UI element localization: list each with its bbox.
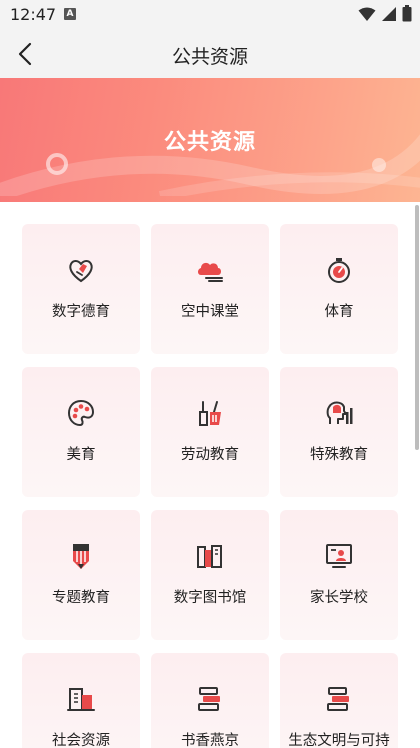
card-topic-education[interactable]: 专题教育 bbox=[22, 510, 140, 640]
card-labor-education[interactable]: 劳动教育 bbox=[151, 367, 269, 497]
wifi-icon bbox=[358, 7, 376, 21]
banner-title: 公共资源 bbox=[163, 130, 256, 155]
banner-dot-decoration bbox=[372, 158, 386, 172]
card-label: 空中课堂 bbox=[181, 304, 239, 320]
card-special-education[interactable]: 特殊教育 bbox=[280, 367, 398, 497]
card-label: 家长学校 bbox=[310, 590, 368, 606]
battery-icon bbox=[402, 5, 412, 22]
card-label: 劳动教育 bbox=[181, 447, 239, 463]
card-aesthetic-education[interactable]: 美育 bbox=[22, 367, 140, 497]
status-time: 12:47 bbox=[10, 5, 57, 24]
card-sports[interactable]: 体育 bbox=[280, 224, 398, 354]
card-parent-school[interactable]: 家长学校 bbox=[280, 510, 398, 640]
card-scholarly-yanjing[interactable]: 书香燕京 bbox=[151, 653, 269, 748]
pencil-icon bbox=[73, 544, 89, 569]
cloud-icon bbox=[198, 262, 223, 282]
signal-icon bbox=[382, 6, 396, 21]
book-stack-icon bbox=[327, 687, 349, 711]
status-bar: 12:47 A bbox=[0, 0, 420, 30]
broom-icon bbox=[199, 401, 221, 426]
heart-hand-icon bbox=[69, 260, 93, 283]
card-air-classroom[interactable]: 空中课堂 bbox=[151, 224, 269, 354]
books-icon bbox=[197, 545, 222, 568]
banner: 公共资源 bbox=[0, 78, 420, 202]
scrollbar[interactable] bbox=[415, 205, 419, 450]
card-moral-education[interactable]: 数字德育 bbox=[22, 224, 140, 354]
status-icons bbox=[358, 5, 412, 22]
notification-badge: A bbox=[64, 8, 76, 20]
card-label: 书香燕京 bbox=[181, 733, 239, 748]
banner-ring-decoration bbox=[46, 153, 68, 175]
card-label: 美育 bbox=[66, 447, 96, 463]
nav-bar: 公共资源 bbox=[0, 30, 420, 78]
card-label: 体育 bbox=[324, 304, 354, 320]
card-label: 专题教育 bbox=[52, 590, 110, 606]
page-title: 公共资源 bbox=[171, 46, 248, 68]
card-label: 数字德育 bbox=[52, 304, 110, 320]
building-icon bbox=[67, 688, 95, 711]
card-ecological-civilization[interactable]: 生态文明与可持 bbox=[280, 653, 398, 748]
head-chart-icon bbox=[326, 401, 353, 424]
card-social-resources[interactable]: 社会资源 bbox=[22, 653, 140, 748]
card-label: 社会资源 bbox=[52, 733, 110, 748]
card-label: 生态文明与可持 bbox=[288, 733, 390, 748]
card-digital-library[interactable]: 数字图书馆 bbox=[151, 510, 269, 640]
card-label: 数字图书馆 bbox=[173, 590, 247, 606]
book-stack-icon bbox=[198, 687, 220, 711]
card-label: 特殊教育 bbox=[310, 447, 368, 463]
stopwatch-icon bbox=[328, 258, 350, 283]
monitor-user-icon bbox=[326, 544, 352, 568]
palette-icon bbox=[67, 399, 95, 427]
